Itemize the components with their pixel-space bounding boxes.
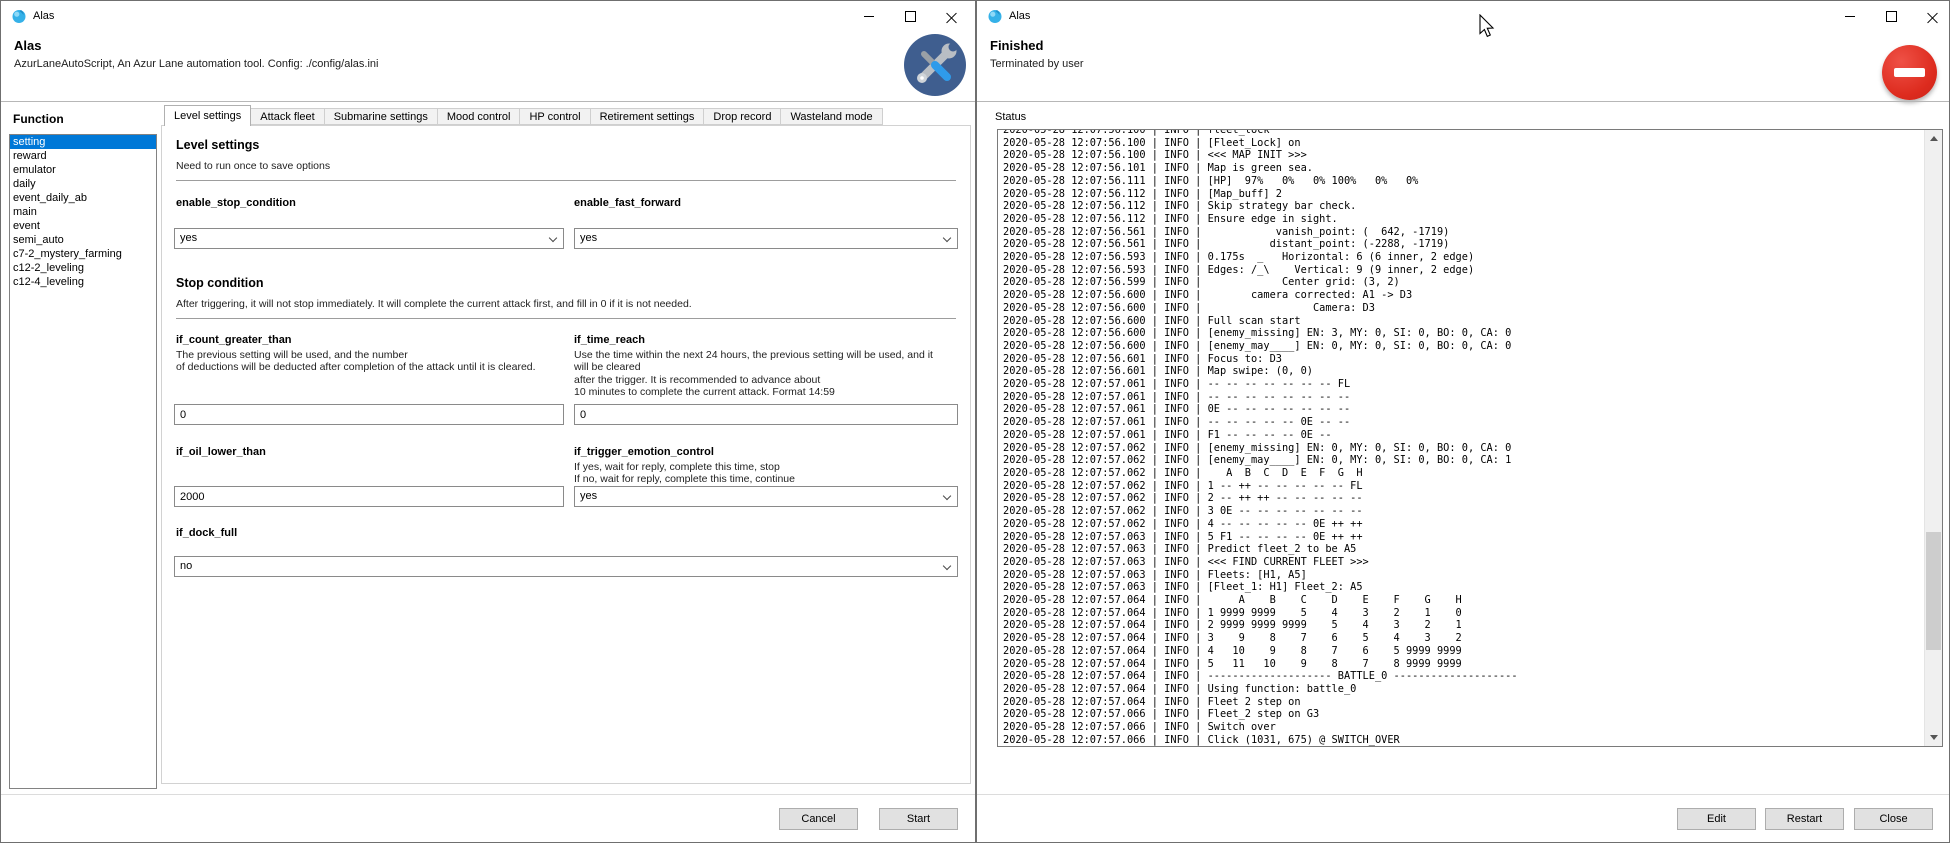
- chevron-down-icon: [943, 234, 951, 242]
- stop-condition-note: After triggering, it will not stop immed…: [176, 298, 692, 310]
- maximize-icon: [1886, 11, 1897, 22]
- level-settings-panel: Level settings Need to run once to save …: [161, 125, 971, 784]
- chevron-down-icon: [943, 492, 951, 500]
- if-trigger-emotion-control-label: if_trigger_emotion_control: [574, 446, 714, 458]
- minimize-icon: [1845, 16, 1855, 17]
- scrollbar-thumb[interactable]: [1926, 532, 1941, 650]
- settings-tab[interactable]: Attack fleet: [251, 108, 324, 125]
- chevron-down-icon: [549, 234, 557, 242]
- maximize-icon: [905, 11, 916, 22]
- header-divider: [977, 101, 1949, 102]
- if-count-greater-than-label: if_count_greater_than: [176, 334, 292, 346]
- function-list-item[interactable]: event: [10, 219, 156, 233]
- minimize-button[interactable]: [1839, 5, 1861, 27]
- selected-value: yes: [580, 490, 597, 502]
- close-button[interactable]: [940, 5, 962, 27]
- function-list-item[interactable]: emulator: [10, 163, 156, 177]
- enable-stop-condition-label: enable_stop_condition: [176, 197, 296, 209]
- divider: [176, 318, 956, 319]
- selected-value: yes: [180, 232, 197, 244]
- enable-stop-condition-select[interactable]: yes: [174, 228, 564, 249]
- close-button[interactable]: [1921, 5, 1943, 27]
- maximize-button[interactable]: [1880, 5, 1902, 27]
- restart-button[interactable]: Restart: [1765, 808, 1844, 830]
- window-title: Alas: [33, 10, 54, 22]
- log-scrollbar[interactable]: [1924, 130, 1942, 746]
- edit-button[interactable]: Edit: [1677, 808, 1756, 830]
- log-output-box[interactable]: 2020-05-28 12:07:56.100 | INFO | fleet_l…: [997, 129, 1943, 747]
- enable-fast-forward-label: enable_fast_forward: [574, 197, 681, 209]
- if-dock-full-select[interactable]: no: [174, 556, 958, 577]
- footer-divider: [977, 794, 1949, 795]
- function-list-item[interactable]: c12-4_leveling: [10, 275, 156, 289]
- settings-tab[interactable]: Mood control: [438, 108, 521, 125]
- function-list-item[interactable]: c7-2_mystery_farming: [10, 247, 156, 261]
- settings-tab[interactable]: Wasteland mode: [781, 108, 882, 125]
- footer-divider: [1, 794, 975, 795]
- settings-tab-bar[interactable]: Level settingsAttack fleetSubmarine sett…: [164, 105, 883, 125]
- tools-icon: [904, 34, 966, 96]
- alas-app-icon: [987, 8, 1003, 24]
- close-window-button[interactable]: Close: [1854, 808, 1933, 830]
- close-icon: [946, 11, 957, 22]
- if-oil-lower-than-label: if_oil_lower_than: [176, 446, 266, 458]
- if-oil-lower-than-input[interactable]: [174, 486, 564, 507]
- if-time-reach-desc: Use the time within the next 24 hours, t…: [574, 349, 958, 398]
- function-list-item[interactable]: event_daily_ab: [10, 191, 156, 205]
- settings-tab[interactable]: Submarine settings: [325, 108, 438, 125]
- if-count-greater-than-desc: The previous setting will be used, and t…: [176, 349, 564, 374]
- stop-condition-heading: Stop condition: [176, 276, 263, 290]
- close-icon: [1927, 11, 1938, 22]
- function-list-item[interactable]: setting: [10, 135, 156, 149]
- start-button[interactable]: Start: [879, 808, 958, 830]
- function-list-item[interactable]: daily: [10, 177, 156, 191]
- selected-value: no: [180, 560, 192, 572]
- status-label: Status: [995, 111, 1026, 123]
- scroll-down-button[interactable]: [1925, 729, 1942, 746]
- arrow-down-icon: [1930, 735, 1938, 740]
- if-trigger-emotion-control-desc: If yes, wait for reply, complete this ti…: [574, 461, 958, 486]
- scroll-up-button[interactable]: [1925, 130, 1942, 147]
- settings-tab[interactable]: Retirement settings: [591, 108, 705, 125]
- chevron-down-icon: [943, 562, 951, 570]
- section-heading: Level settings: [176, 138, 259, 152]
- section-note: Need to run once to save options: [176, 160, 330, 172]
- log-output: 2020-05-28 12:07:56.100 | INFO | fleet_l…: [1003, 129, 1518, 746]
- selected-value: yes: [580, 232, 597, 244]
- arrow-up-icon: [1930, 136, 1938, 141]
- window-alas-log: Alas Finished Terminated by user Status …: [976, 0, 1950, 843]
- page-title: Alas: [14, 38, 41, 53]
- stopped-icon: [1882, 45, 1937, 100]
- if-time-reach-label: if_time_reach: [574, 334, 645, 346]
- if-count-greater-than-input[interactable]: [174, 404, 564, 425]
- titlebar[interactable]: Alas: [1, 1, 975, 31]
- run-status-title: Finished: [990, 38, 1043, 53]
- minimize-icon: [864, 16, 874, 17]
- maximize-button[interactable]: [899, 5, 921, 27]
- window-alas-settings: Alas Alas AzurLaneAutoScript, An Azur La…: [0, 0, 976, 843]
- function-list[interactable]: settingrewardemulatordailyevent_daily_ab…: [9, 134, 157, 789]
- header-divider: [1, 101, 975, 102]
- function-list-item[interactable]: main: [10, 205, 156, 219]
- enable-fast-forward-select[interactable]: yes: [574, 228, 958, 249]
- minimize-button[interactable]: [858, 5, 880, 27]
- if-trigger-emotion-control-select[interactable]: yes: [574, 486, 958, 507]
- run-status-subtitle: Terminated by user: [990, 58, 1084, 70]
- settings-tab[interactable]: Drop record: [704, 108, 781, 125]
- cancel-button[interactable]: Cancel: [779, 808, 858, 830]
- page-subtitle: AzurLaneAutoScript, An Azur Lane automat…: [14, 58, 378, 70]
- function-panel-label: Function: [13, 112, 64, 126]
- if-dock-full-label: if_dock_full: [176, 527, 237, 539]
- if-time-reach-input[interactable]: [574, 404, 958, 425]
- alas-app-icon: [11, 8, 27, 24]
- divider: [176, 180, 956, 181]
- titlebar[interactable]: Alas: [977, 1, 1949, 31]
- function-list-item[interactable]: c12-2_leveling: [10, 261, 156, 275]
- settings-tab[interactable]: HP control: [520, 108, 590, 125]
- window-title: Alas: [1009, 10, 1030, 22]
- function-list-item[interactable]: semi_auto: [10, 233, 156, 247]
- function-list-item[interactable]: reward: [10, 149, 156, 163]
- settings-tab[interactable]: Level settings: [164, 105, 251, 126]
